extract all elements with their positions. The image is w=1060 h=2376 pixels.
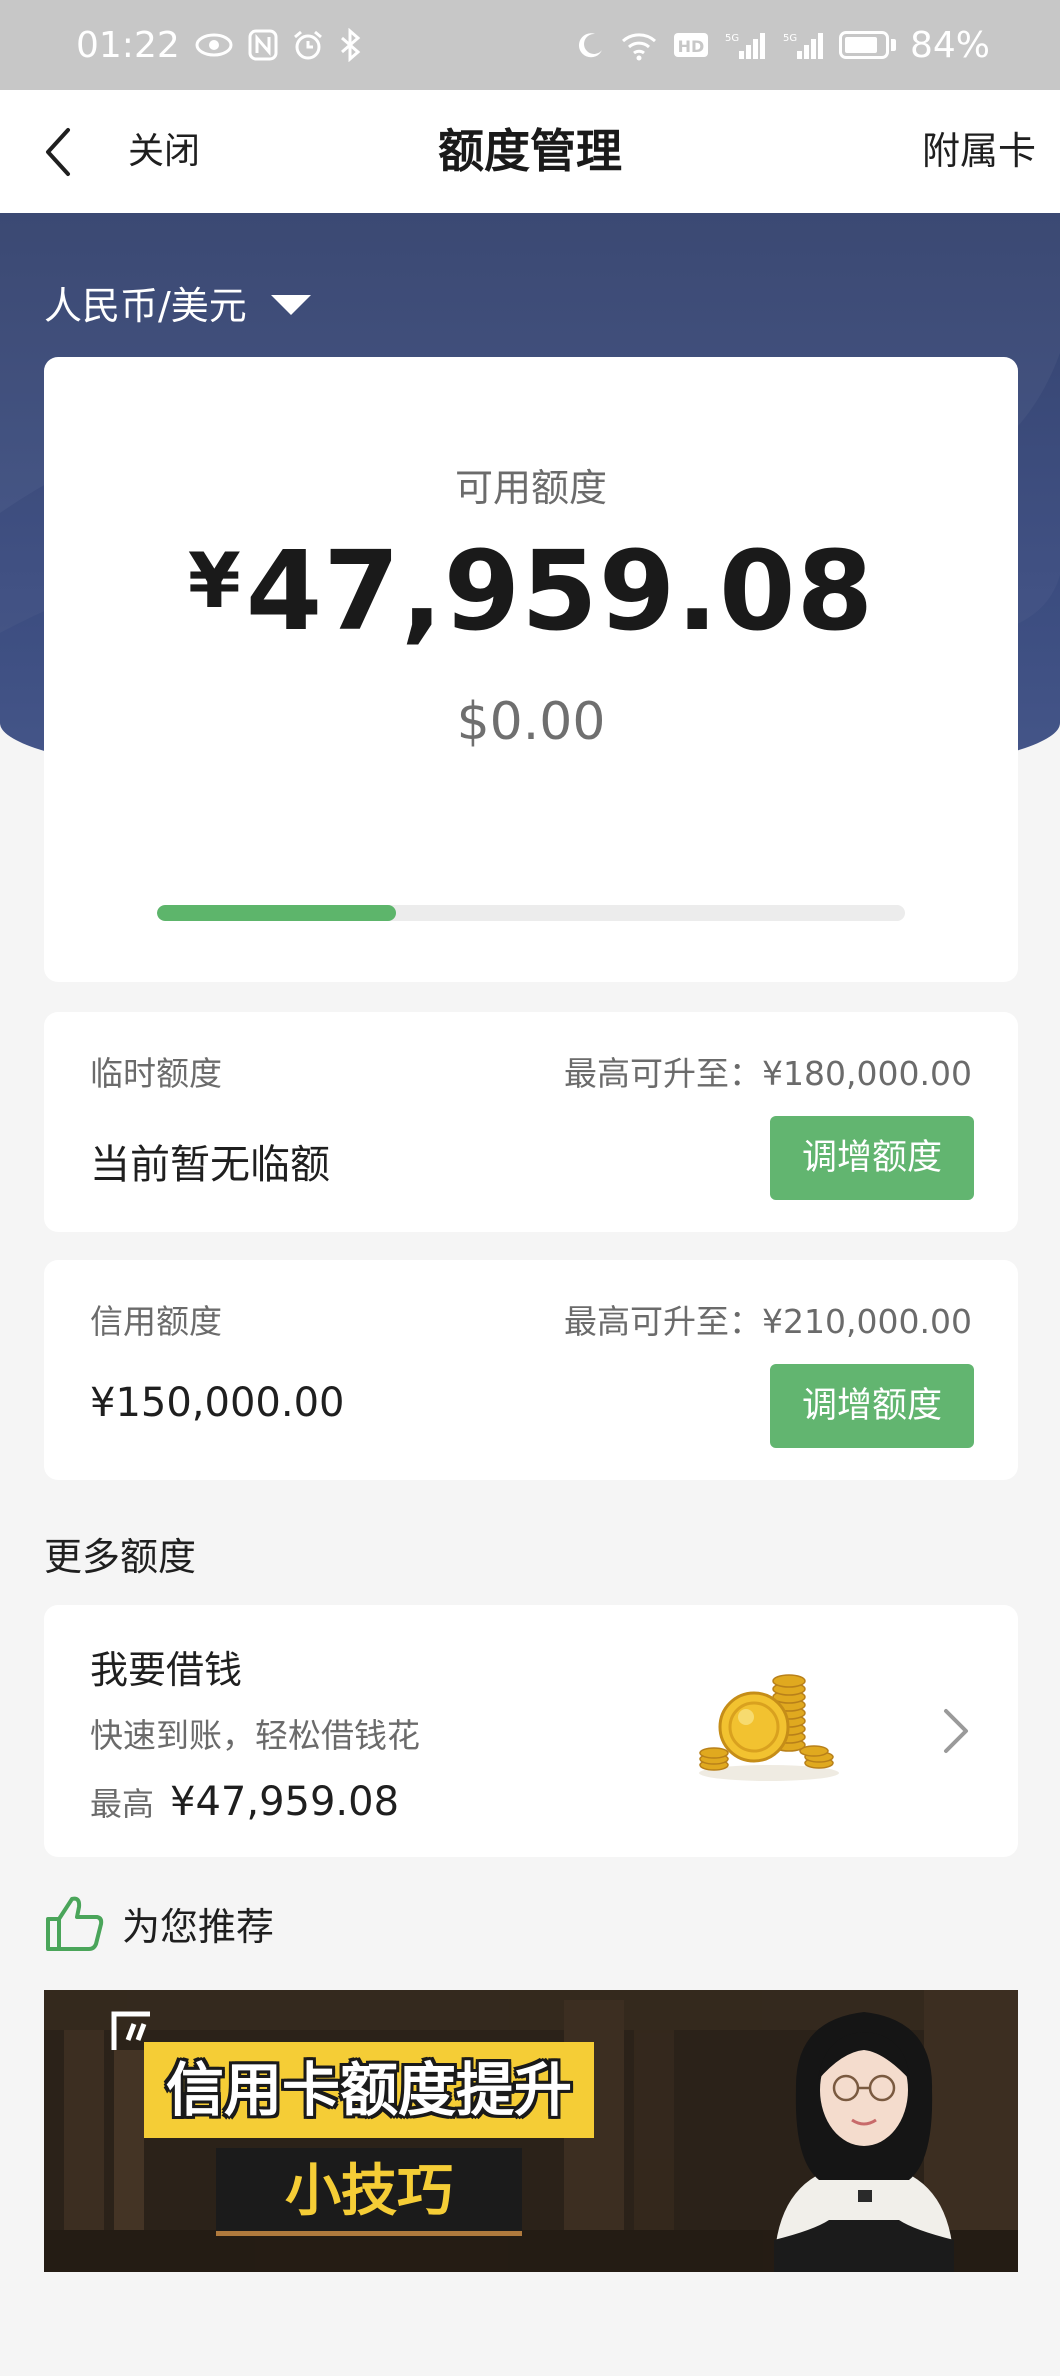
loan-max-label: 最高 [90,1785,155,1823]
credit-limit-card: 信用额度 最高可升至：¥210,000.00 ¥150,000.00 调增额度 [44,1260,1018,1480]
banner-main-text: 信用卡额度提升 [144,2042,595,2138]
caret-down-icon [270,294,311,315]
available-usd-amount: $0.00 [456,692,606,752]
eye-icon [194,31,234,59]
battery-icon [838,31,896,59]
hd-icon: HD [673,30,709,60]
wifi-icon [619,29,659,61]
status-bar: 01:22 HD 5G 5G 84% [0,0,1060,90]
chevron-right-icon [944,1709,968,1753]
credit-limit-label: 信用额度 [90,1302,222,1341]
banner-sub-text: 小技巧 [216,2148,522,2236]
alarm-icon [292,29,324,61]
currency-selector[interactable]: 人民币/美元 [44,275,311,330]
raise-temp-limit-button[interactable]: 调增额度 [770,1116,974,1200]
raise-credit-limit-button[interactable]: 调增额度 [770,1364,974,1448]
recommend-title: 为您推荐 [122,1904,275,1949]
gold-coins-icon [699,1674,839,1781]
loan-subtitle: 快速到账，轻松借钱花 [90,1716,420,1755]
temp-limit-card: 临时额度 最高可升至：¥180,000.00 当前暂无临额 调增额度 [44,1012,1018,1232]
credit-limit-max: 最高可升至：¥210,000.00 [564,1302,972,1341]
back-button[interactable] [30,124,86,180]
loan-entry[interactable]: 我要借钱 快速到账，轻松借钱花 最高 ¥47,959.08 [44,1605,1018,1857]
temp-limit-max: 最高可升至：¥180,000.00 [564,1054,972,1093]
status-bar-right: HD 5G 5G 84% [575,25,990,66]
available-limit-amount: ¥47,959.08 [44,527,1018,655]
loan-max-value: ¥47,959.08 [170,1779,400,1825]
temp-limit-label: 临时额度 [90,1054,222,1093]
supplementary-card-button[interactable]: 附属卡 [922,90,1036,213]
chevron-left-icon [46,128,70,176]
signal-icon: 5G [781,29,825,61]
svg-text:HD: HD [678,37,705,56]
loan-title: 我要借钱 [90,1648,243,1692]
moon-icon [575,30,605,60]
thumbs-up-icon [46,1896,104,1951]
signal-icon: 5G [723,29,767,61]
currency-selector-label: 人民币/美元 [44,284,247,328]
available-limit-label: 可用额度 [454,466,607,510]
credit-limit-page: 01:22 HD 5G 5G 84% 关闭 额度管理 附属卡 人民币/美元 可用… [0,0,1060,2376]
credit-limit-value: ¥150,000.00 [90,1380,345,1426]
nfc-icon [248,29,278,61]
temp-limit-value: 当前暂无临额 [90,1142,330,1188]
svg-text:5G: 5G [783,33,797,44]
currency-symbol: ¥ [187,536,242,625]
recommend-header: 为您推荐 [44,1893,274,1953]
battery-percent: 84% [909,24,990,66]
presenter-image [774,2012,954,2272]
close-button[interactable]: 关闭 [128,90,200,213]
nav-bar: 关闭 额度管理 附属卡 [0,90,1060,213]
status-time: 01:22 [76,24,180,66]
loan-max-row: 最高 ¥47,959.08 [90,1779,399,1825]
status-bar-left: 01:22 [76,25,362,66]
more-limits-title: 更多额度 [44,1535,197,1579]
bluetooth-icon [338,28,362,62]
credit-tips-banner[interactable]: 信用卡额度提升 小技巧 [44,1990,1018,2272]
limit-usage-progress-fill [157,905,397,921]
available-limit-value: 47,959.08 [245,527,875,655]
svg-text:5G: 5G [725,33,739,44]
limit-usage-progress [157,905,905,921]
available-limit-card: 可用额度 ¥47,959.08 $0.00 [44,357,1018,982]
